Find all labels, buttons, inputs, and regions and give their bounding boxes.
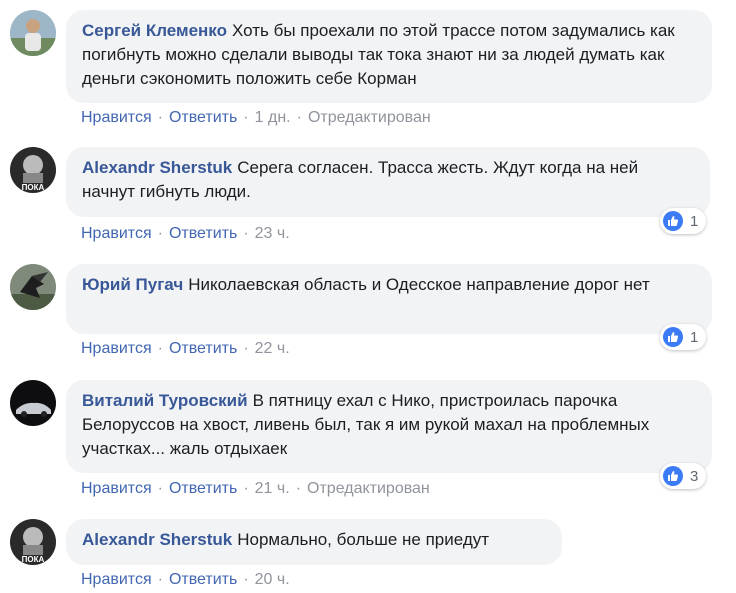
avatar-caption: ПОКА xyxy=(22,555,45,564)
avatar-caption: ПОКА xyxy=(22,183,45,192)
comment-author[interactable]: Сергей Клеменко xyxy=(82,21,227,40)
avatar[interactable] xyxy=(10,380,56,426)
reaction-count[interactable]: 1 xyxy=(660,208,707,234)
comment-author[interactable]: Alexandr Sherstuk xyxy=(82,530,232,549)
separator: · xyxy=(243,109,249,126)
comment-text: Николаевская область и Одесское направле… xyxy=(188,275,650,294)
separator: · xyxy=(157,480,163,497)
like-button[interactable]: Нравится xyxy=(81,480,152,497)
reply-button[interactable]: Ответить xyxy=(169,340,237,357)
separator: · xyxy=(157,109,163,126)
like-button[interactable]: Нравится xyxy=(81,109,152,126)
separator: · xyxy=(243,225,249,242)
comment-author[interactable]: Виталий Туровский xyxy=(82,391,248,410)
reply-button[interactable]: Ответить xyxy=(169,225,237,242)
avatar[interactable] xyxy=(10,264,56,310)
like-button[interactable]: Нравится xyxy=(81,225,152,242)
comment-actions: Нравится · Ответить · 20 ч. xyxy=(81,570,290,590)
comment-bubble: Alexandr Sherstuk Серега согласен. Трасса… xyxy=(66,147,710,217)
comment-bubble: Alexandr Sherstuk Нормально, больше не пр… xyxy=(66,519,562,565)
comment-bubble: Сергей Клеменко Хоть бы проехали по этой … xyxy=(66,10,712,103)
like-icon xyxy=(663,466,683,486)
comment-author[interactable]: Юрий Пугач xyxy=(82,275,183,294)
separator: · xyxy=(157,340,163,357)
edited-label[interactable]: Отредактирован xyxy=(308,109,431,126)
comment-author[interactable]: Alexandr Sherstuk xyxy=(82,158,232,177)
like-button[interactable]: Нравится xyxy=(81,340,152,357)
comment-text: Нормально, больше не приедут xyxy=(237,530,490,549)
reply-button[interactable]: Ответить xyxy=(169,480,237,497)
like-button[interactable]: Нравится xyxy=(81,571,152,588)
edited-label[interactable]: Отредактирован xyxy=(307,480,430,497)
reaction-count[interactable]: 1 xyxy=(660,324,707,350)
avatar[interactable]: ПОКА xyxy=(10,147,56,193)
comment-actions: Нравится · Ответить · 22 ч. xyxy=(81,339,290,359)
separator: · xyxy=(296,109,302,126)
comment-actions: Нравится · Ответить · 1 дн. · Отредактирован xyxy=(81,108,431,128)
like-icon xyxy=(663,211,683,231)
reply-button[interactable]: Ответить xyxy=(169,571,237,588)
reaction-count-value: 1 xyxy=(690,212,699,230)
comment-timestamp[interactable]: 21 ч. xyxy=(255,480,290,497)
separator: · xyxy=(157,571,163,588)
comment-timestamp[interactable]: 1 дн. xyxy=(255,109,291,126)
like-icon xyxy=(663,327,683,347)
comment-bubble: Юрий Пугач Николаевская область и Одесско… xyxy=(66,264,712,334)
reaction-count[interactable]: 3 xyxy=(660,463,707,489)
comment-timestamp[interactable]: 22 ч. xyxy=(255,340,290,357)
avatar[interactable]: ПОКА xyxy=(10,519,56,565)
comment-actions: Нравится · Ответить · 21 ч. · Отредактирован xyxy=(81,479,430,499)
comment-bubble: Виталий Туровский В пятницу ехал с Нико, … xyxy=(66,380,712,473)
avatar[interactable] xyxy=(10,10,56,56)
separator: · xyxy=(243,571,249,588)
comment-timestamp[interactable]: 20 ч. xyxy=(255,571,290,588)
separator: · xyxy=(243,340,249,357)
comment-timestamp[interactable]: 23 ч. xyxy=(255,225,290,242)
separator: · xyxy=(243,480,249,497)
reply-button[interactable]: Ответить xyxy=(169,109,237,126)
reaction-count-value: 1 xyxy=(690,328,699,346)
separator: · xyxy=(295,480,302,497)
reaction-count-value: 3 xyxy=(690,467,699,485)
comment-actions: Нравится · Ответить · 23 ч. xyxy=(81,224,290,244)
separator: · xyxy=(157,225,163,242)
